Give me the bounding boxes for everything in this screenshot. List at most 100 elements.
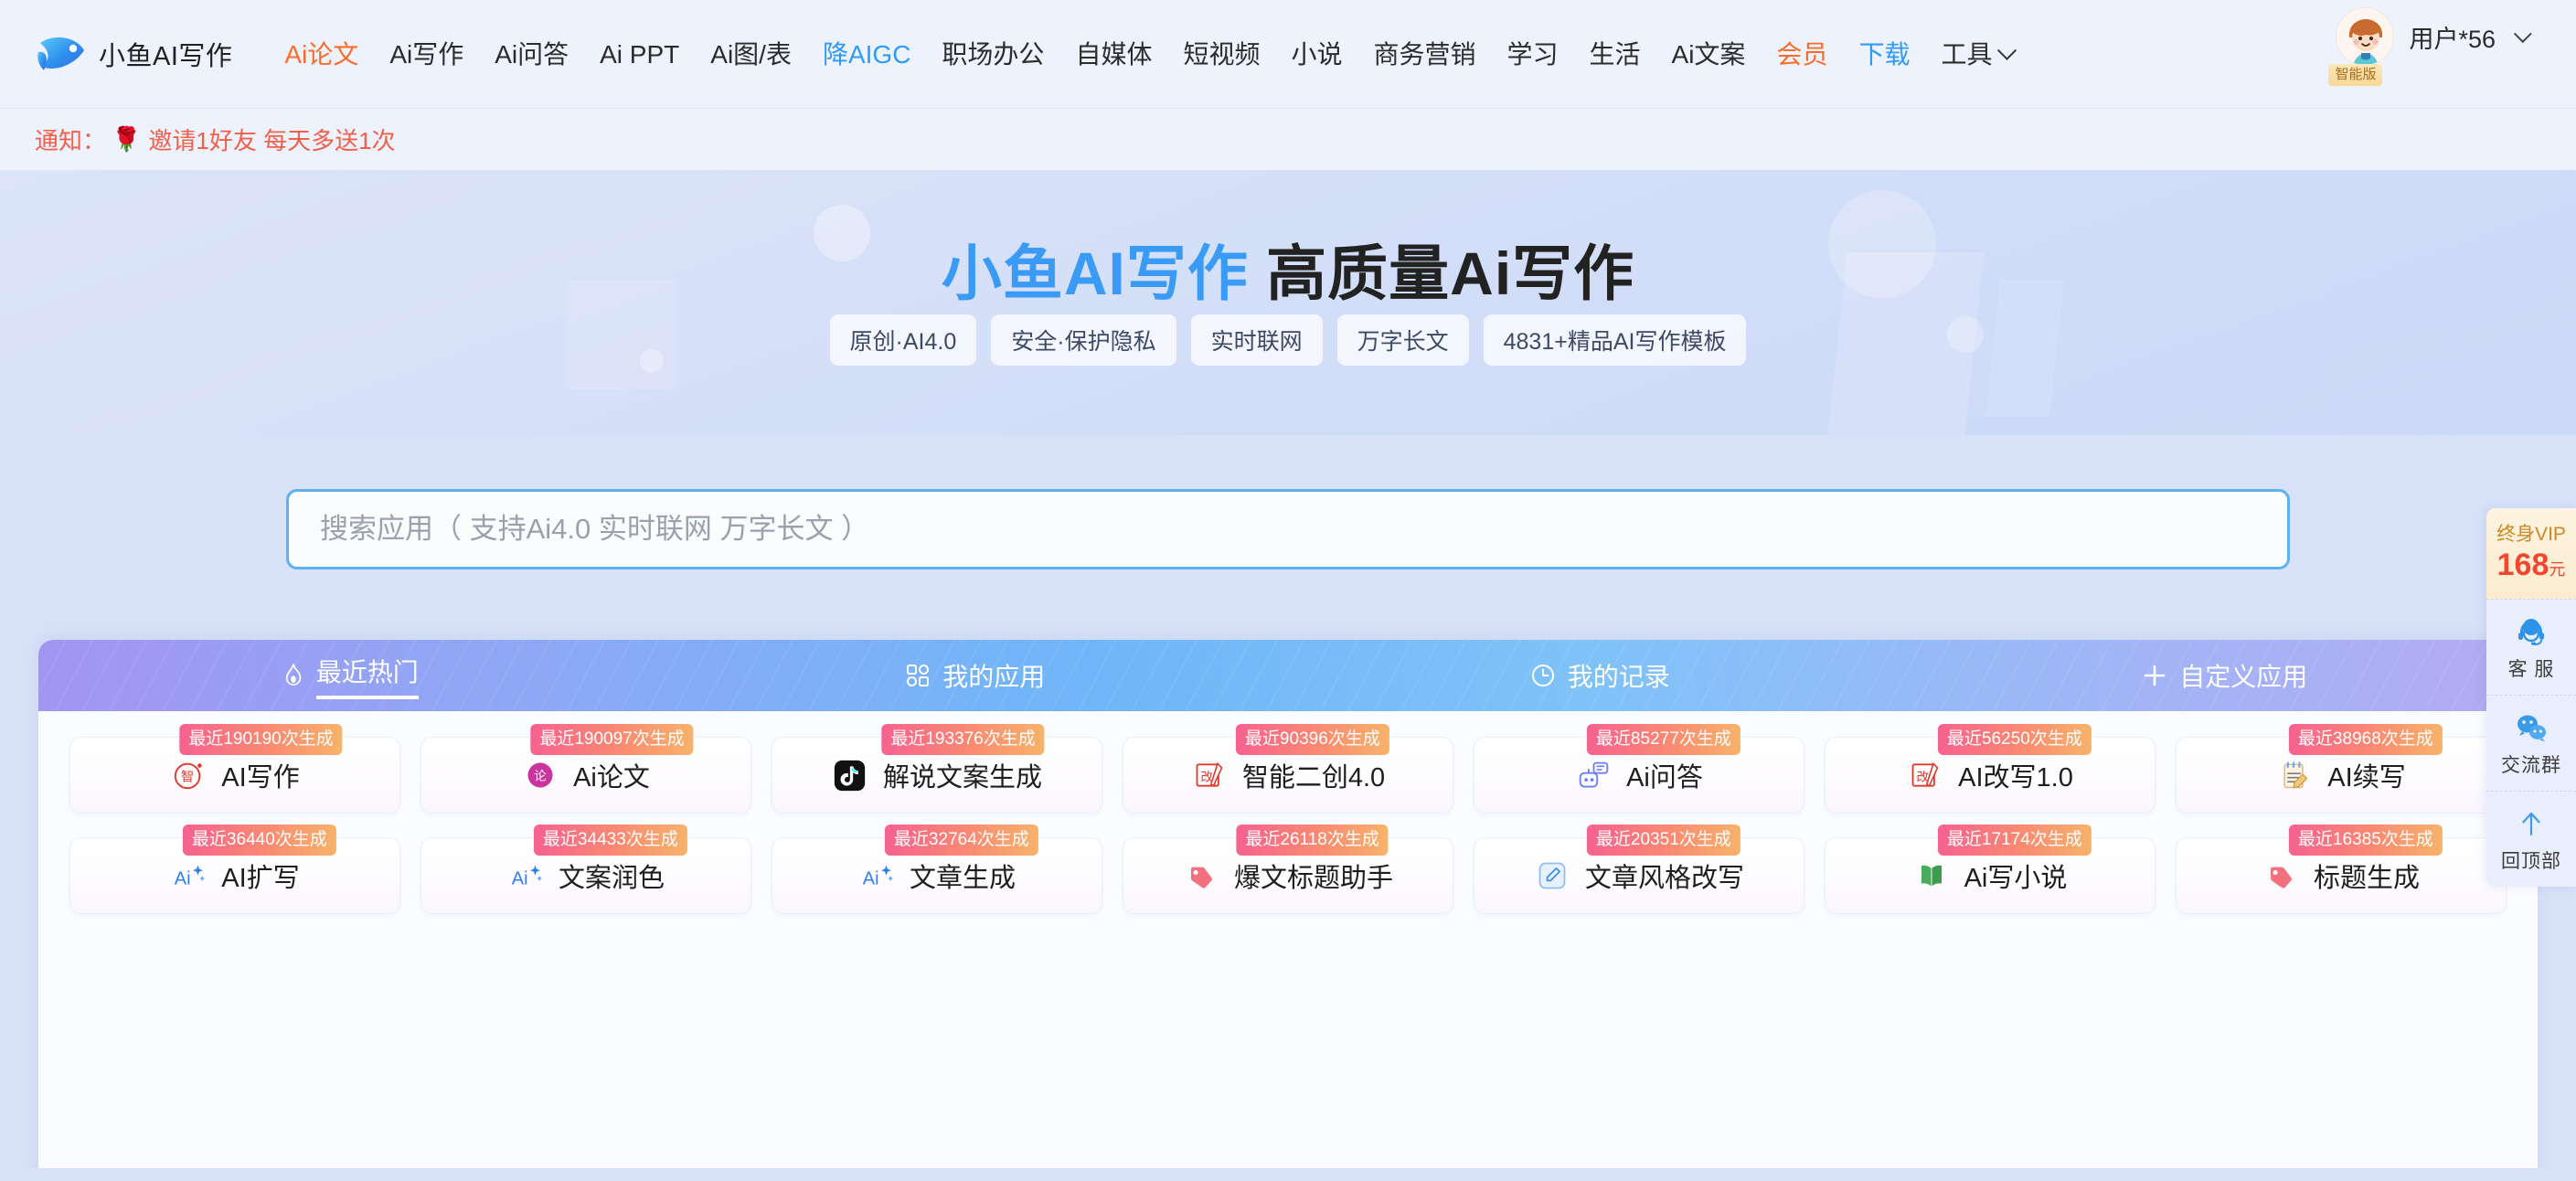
app-card-baowen-biaoti[interactable]: 最近26118次生成 爆文标题助手 [1123, 825, 1453, 914]
app-card-title: 标题生成 [2313, 864, 2420, 893]
app-card-ai-lunwen[interactable]: 最近190097次生成 论 Ai论文 [420, 724, 751, 814]
rose-icon: 🌹 [112, 125, 142, 153]
brand-logo[interactable]: 小鱼AI写作 [35, 30, 232, 78]
usage-badge: 最近193376次生成 [881, 724, 1045, 755]
nav-item-download[interactable]: 下载 [1843, 33, 1925, 76]
nav-item-life[interactable]: 生活 [1574, 33, 1656, 76]
nav-links: Ai论文 Ai写作 Ai问答 Ai PPT Ai图/表 降AIGC 职场办公 自… [269, 33, 2576, 76]
app-card-biaoti-shengcheng[interactable]: 最近16385次生成 标题生成 [2176, 825, 2507, 914]
tab-custom-app[interactable]: 自定义应用 [1913, 640, 2539, 711]
nav-item-workplace[interactable]: 职场办公 [926, 33, 1059, 76]
nav-item-ai-ppt[interactable]: Ai PPT [584, 33, 695, 76]
app-card-zhineng-erchuang[interactable]: 最近90396次生成 改 智能二创4.0 [1123, 724, 1453, 814]
usage-badge: 最近16385次生成 [2288, 825, 2443, 856]
nav-item-business[interactable]: 商务营销 [1357, 33, 1491, 76]
chevron-down-icon [1997, 40, 2017, 60]
nav-item-tools[interactable]: 工具 [1925, 33, 2029, 76]
usage-badge: 最近36440次生成 [182, 825, 336, 856]
rail-vip-title: 终身VIP [2496, 524, 2566, 545]
usage-badge: 最近32764次生成 [884, 825, 1038, 856]
notice-bar: 通知： 🌹 邀请1好友 每天多送1次 [0, 108, 2576, 170]
nav-item-ai-chart[interactable]: Ai图/表 [695, 33, 807, 76]
rail-item-back-to-top[interactable]: 回顶部 [2486, 791, 2576, 887]
gai-box-icon: 改 [1907, 757, 1943, 793]
app-card-ai-kuoxie[interactable]: 最近36440次生成 Ai AI扩写 [69, 825, 400, 914]
nav-item-study[interactable]: 学习 [1492, 33, 1574, 76]
nav-item-membership[interactable]: 会员 [1761, 33, 1843, 76]
usage-badge: 最近17174次生成 [1937, 825, 2092, 856]
notice-text[interactable]: 邀请1好友 每天多送1次 [148, 122, 395, 156]
hero-tag: 实时联网 [1190, 314, 1323, 366]
nav-item-ai-xiezuo[interactable]: Ai写作 [374, 33, 479, 76]
usage-badge: 最近34433次生成 [533, 825, 687, 856]
ai-sparkle-icon: Ai [507, 857, 544, 894]
app-card-ai-wenda[interactable]: 最近85277次生成 Ai问答 [1474, 724, 1804, 814]
rail-vip-promo[interactable]: 终身VIP 168元 [2486, 508, 2576, 600]
app-card-ai-gaixie[interactable]: 最近56250次生成 改 AI改写1.0 [1825, 724, 2156, 814]
nav-item-shortvideo[interactable]: 短视频 [1167, 33, 1275, 76]
app-card-ai-xuxie[interactable]: 最近38968次生成 AI续写 [2176, 724, 2507, 814]
brand-name: 小鱼AI写作 [99, 42, 233, 71]
app-card-ai-xiezuo[interactable]: 最近190190次生成 智 AI写作 [69, 724, 400, 814]
svg-text:智: 智 [181, 770, 194, 785]
avatar[interactable] [2336, 7, 2395, 66]
app-card-title: AI改写1.0 [1958, 763, 2073, 793]
rail-vip-price-value: 168 [2496, 548, 2549, 583]
user-plan-badge: 智能版 [2328, 64, 2383, 86]
notepad-pencil-icon [2276, 757, 2313, 793]
tab-recent-hot-label: 最近热门 [315, 653, 419, 699]
notice-label: 通知： [35, 127, 107, 154]
nav-item-selfmedia[interactable]: 自媒体 [1059, 33, 1167, 76]
tab-my-apps[interactable]: 我的应用 [664, 640, 1289, 711]
svg-text:Ai: Ai [863, 869, 879, 889]
app-card-title: 文案润色 [558, 864, 665, 893]
rail-item-community[interactable]: 交流群 [2486, 695, 2576, 791]
nav-item-ai-lunwen[interactable]: Ai论文 [269, 33, 374, 76]
arrow-up-icon [2490, 806, 2572, 841]
hero-banner: 小鱼AI写作 高质量Ai写作 原创·AI4.0 安全·保护隐私 实时联网 万字长… [0, 170, 2576, 435]
tab-my-records[interactable]: 我的记录 [1288, 640, 1913, 711]
plus-icon [2143, 664, 2166, 687]
app-card-ai-xiaoshuo[interactable]: 最近17174次生成 Ai写小说 [1825, 825, 2156, 914]
app-card-wenan-runse[interactable]: 最近34433次生成 Ai 文案润色 [420, 825, 751, 914]
nav-item-ai-copywriting[interactable]: Ai文案 [1656, 33, 1762, 76]
headset-agent-icon [2490, 614, 2572, 649]
app-card-title: AI续写 [2327, 763, 2406, 793]
rail-vip-price: 168元 [2492, 547, 2571, 584]
nav-item-ai-wenda[interactable]: Ai问答 [479, 33, 584, 76]
tab-my-records-label: 我的记录 [1567, 663, 1670, 691]
search-area [286, 489, 2290, 569]
rail-item-support[interactable]: 客 服 [2486, 599, 2576, 695]
page-bottom-edge [0, 1168, 2576, 1181]
ai-sparkle-icon: Ai [170, 857, 207, 894]
search-input[interactable] [286, 489, 2290, 569]
page-title: 小鱼AI写作 高质量Ai写作 [0, 225, 2576, 313]
wechat-bubbles-icon [2490, 710, 2572, 745]
robot-chat-icon [1575, 757, 1612, 793]
nav-item-novel[interactable]: 小说 [1275, 33, 1357, 76]
app-card-title: AI写作 [221, 763, 300, 793]
app-card-row: 最近36440次生成 Ai AI扩写 最近34433次生成 Ai 文案润色 最近… [69, 825, 2507, 914]
nav-item-jiang-aigc[interactable]: 降AIGC [807, 33, 926, 76]
tab-recent-hot[interactable]: 最近热门 [38, 640, 664, 711]
svg-text:Ai: Ai [512, 869, 528, 889]
app-card-wenzhang-shengcheng[interactable]: 最近32764次生成 Ai 文章生成 [772, 825, 1102, 914]
rail-vip-price-unit: 元 [2549, 560, 2566, 580]
app-card-title: Ai问答 [1626, 763, 1703, 793]
app-card-wenzhang-fengge[interactable]: 最近20351次生成 文章风格改写 [1474, 825, 1804, 914]
svg-text:论: 论 [534, 769, 547, 783]
app-card-title: Ai写小说 [1964, 864, 2068, 893]
tag-icon [1183, 857, 1219, 894]
tag-icon [2262, 857, 2299, 894]
apps-panel: 最近热门 我的应用 我的记录 自定义应用 最近190190次生成 智 AI写作 … [38, 640, 2538, 1181]
app-card-title: 文章生成 [909, 864, 1016, 893]
usage-badge: 最近190097次生成 [530, 724, 694, 755]
user-menu[interactable]: 智能版 用户*56 [2328, 7, 2532, 86]
hero-feature-tags: 原创·AI4.0 安全·保护隐私 实时联网 万字长文 4831+精品AI写作模板 [0, 314, 2576, 366]
app-card-title: 爆文标题助手 [1233, 864, 1393, 893]
usage-badge: 最近20351次生成 [1586, 825, 1740, 856]
app-card-jieshuo-wenan[interactable]: 最近193376次生成 解说文案生成 [772, 724, 1102, 814]
circle-lun-icon: 论 [522, 757, 559, 793]
avatar-wrapper: 智能版 [2328, 7, 2395, 86]
top-navigation-bar: 小鱼AI写作 Ai论文 Ai写作 Ai问答 Ai PPT Ai图/表 降AIGC… [0, 0, 2576, 108]
